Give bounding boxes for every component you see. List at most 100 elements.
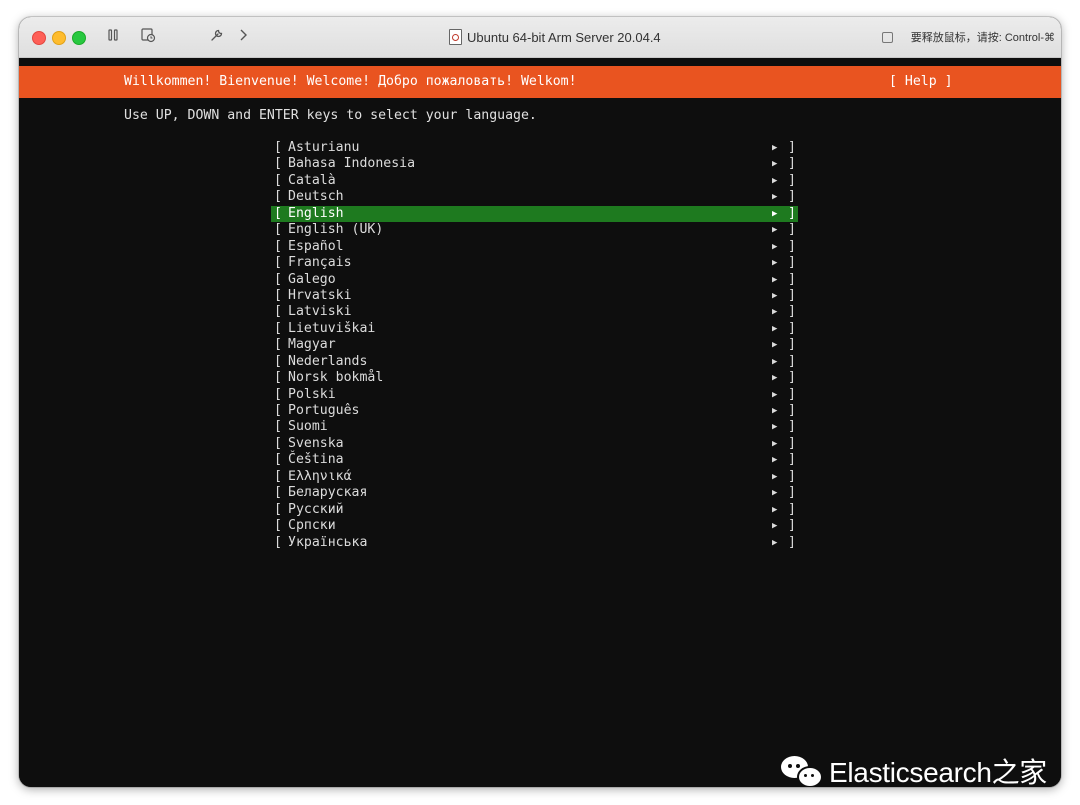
language-item[interactable]: [Suomi ▶]	[271, 419, 798, 435]
bracket-close: ]	[788, 189, 796, 205]
language-item[interactable]: [Ελληνικά ▶]	[271, 469, 798, 485]
bracket-close: ]	[788, 419, 796, 435]
mouse-release-hint-group: 要释放鼠标，请按: Control-⌘	[881, 17, 1055, 57]
settings-wrench-icon[interactable]	[207, 27, 227, 47]
bracket-close: ]	[788, 140, 796, 155]
bracket-close: ]	[788, 320, 796, 336]
right-arrow-icon: ▶	[772, 323, 778, 334]
language-label: Deutsch	[288, 189, 344, 205]
language-item[interactable]: [Asturianu ▶]	[271, 140, 798, 156]
bracket-open: [	[274, 287, 282, 303]
bracket-close: ]	[788, 501, 796, 517]
bracket-close: ]	[788, 534, 796, 550]
chevron-right-icon[interactable]	[233, 27, 253, 47]
language-item-selected[interactable]: [English ▶]	[271, 205, 798, 223]
language-item[interactable]: [Bahasa Indonesia ▶]	[271, 156, 798, 172]
bracket-open: [	[274, 304, 282, 320]
language-label: Asturianu	[288, 140, 360, 155]
vm-document-icon	[449, 29, 462, 45]
right-arrow-icon: ▶	[772, 159, 778, 170]
bracket-close: ]	[788, 435, 796, 451]
bracket-open: [	[274, 386, 282, 402]
bracket-open: [	[274, 435, 282, 451]
language-item[interactable]: [Magyar ▶]	[271, 337, 798, 353]
right-arrow-icon: ▶	[772, 406, 778, 416]
language-item[interactable]: [Hrvatski ▶]	[271, 288, 798, 304]
bracket-open: [	[274, 156, 282, 172]
language-item[interactable]: [Српски ▶]	[271, 518, 798, 534]
bracket-open: [	[274, 205, 282, 221]
vm-console-screen[interactable]: Willkommen! Bienvenue! Welcome! Добро по…	[19, 58, 1061, 787]
language-item[interactable]: [Português ▶]	[271, 403, 798, 419]
right-arrow-icon: ▶	[772, 488, 778, 499]
bracket-close: ]	[788, 156, 796, 172]
language-item[interactable]: [ Lietuviškai ▶]	[271, 321, 798, 337]
watermark-text: Elasticsearch之家	[829, 757, 1048, 787]
bracket-open: [	[274, 452, 282, 468]
language-label: Polski	[288, 386, 336, 402]
help-button[interactable]: [ Help ]	[889, 74, 953, 90]
language-label: Hrvatski	[288, 287, 352, 303]
bracket-open: [	[274, 501, 282, 517]
window-title: Ubuntu 64-bit Arm Server 20.04.4	[467, 29, 661, 45]
bracket-close: ]	[788, 271, 796, 287]
bracket-open: [	[274, 255, 282, 271]
language-item[interactable]: [Norsk bokmål ▶]	[271, 370, 798, 386]
right-arrow-icon: ▶	[772, 143, 778, 153]
language-item[interactable]: [Galego ▶]	[271, 272, 798, 288]
language-label: Ελληνικά	[288, 468, 352, 484]
instructions-text: Use UP, DOWN and ENTER keys to select yo…	[124, 108, 537, 123]
language-item[interactable]: [Latviski ▶]	[271, 304, 798, 320]
bracket-open: [	[274, 238, 282, 254]
bracket-close: ]	[788, 485, 796, 501]
language-item[interactable]: [ Русский ▶]	[271, 502, 798, 518]
duplicate-icon	[881, 31, 893, 43]
language-label: English (UK)	[288, 222, 384, 238]
bracket-open: [	[274, 518, 282, 534]
right-arrow-icon: ▶	[772, 175, 778, 186]
language-label: Русский	[288, 501, 344, 517]
language-label: Lietuviškai	[288, 320, 376, 336]
right-arrow-icon: ▶	[772, 290, 778, 301]
right-arrow-icon: ▶	[772, 504, 778, 515]
bracket-close: ]	[788, 386, 796, 402]
language-item[interactable]: [Nederlands ▶]	[271, 354, 798, 370]
right-arrow-icon: ▶	[772, 389, 778, 400]
language-item[interactable]: [English (UK) ▶]	[271, 222, 798, 238]
zoom-window-button[interactable]	[72, 31, 86, 45]
right-arrow-icon: ▶	[772, 422, 778, 433]
right-arrow-icon: ▶	[772, 373, 778, 384]
welcome-header: Willkommen! Bienvenue! Welcome! Добро по…	[124, 74, 577, 89]
bracket-close: ]	[788, 518, 796, 534]
close-window-button[interactable]	[32, 31, 46, 45]
right-arrow-icon: ▶	[772, 340, 778, 351]
language-item[interactable]: [Català ▶]	[271, 173, 798, 189]
pause-icon[interactable]	[103, 27, 123, 47]
bracket-close: ]	[788, 468, 796, 484]
right-arrow-icon: ▶	[772, 537, 778, 548]
language-item[interactable]: [Svenska ▶]	[271, 436, 798, 452]
bracket-close: ]	[788, 222, 796, 238]
bracket-open: [	[274, 320, 282, 336]
bracket-open: [	[274, 172, 282, 188]
language-item[interactable]: [Deutsch ▶]	[271, 189, 798, 205]
right-arrow-icon: ▶	[772, 438, 778, 449]
right-arrow-icon: ▶	[772, 208, 778, 219]
language-label: Українська	[288, 534, 368, 550]
right-arrow-icon: ▶	[772, 356, 778, 367]
bracket-open: [	[274, 222, 282, 238]
language-item[interactable]: [Беларуская ▶]	[271, 485, 798, 501]
minimize-window-button[interactable]	[52, 31, 66, 45]
snapshot-icon[interactable]	[138, 27, 158, 47]
right-arrow-icon: ▶	[772, 241, 778, 252]
language-label: English	[288, 205, 344, 221]
language-item[interactable]: [Français ▶]	[271, 255, 798, 271]
language-label: Suomi	[288, 419, 328, 435]
language-item[interactable]: [Čeština ▶]	[271, 452, 798, 468]
language-item[interactable]: [Español ▶]	[271, 239, 798, 255]
bracket-open: [	[274, 403, 282, 418]
language-label: Galego	[288, 271, 336, 287]
language-item[interactable]: [Українська ▶]	[271, 535, 798, 551]
language-item[interactable]: [ Polski ▶]	[271, 387, 798, 403]
language-label: Latviski	[288, 304, 352, 320]
